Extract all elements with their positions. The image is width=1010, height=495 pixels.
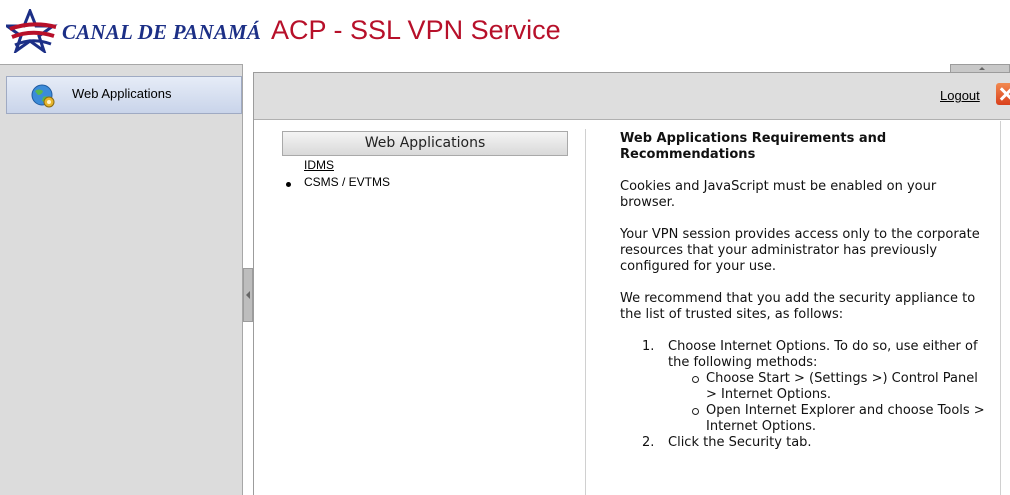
requirements-paragraph: Your VPN session provides access only to… [620, 227, 980, 274]
main-frame: Logout Web Applications IDMS CSMS / EVTM… [253, 72, 1010, 495]
step-text: Click the Security tab. [668, 435, 812, 450]
list-item[interactable]: IDMS [284, 158, 390, 175]
step-item: 2. Click the Security tab. [642, 435, 990, 451]
steps-list: 1. Choose Internet Options. To do so, us… [642, 339, 990, 451]
web-apps-globe-icon [31, 84, 55, 108]
step-number: 1. [642, 339, 655, 354]
requirements-panel: Web Applications Requirements and Recomm… [620, 131, 990, 451]
web-applications-list: IDMS CSMS / EVTMS [284, 158, 390, 192]
step-number: 2. [642, 435, 655, 450]
substeps-list: Choose Start > (Settings >) Control Pane… [690, 371, 990, 435]
requirements-paragraph: We recommend that you add the security a… [620, 291, 976, 322]
step-item: 1. Choose Internet Options. To do so, us… [642, 339, 990, 435]
web-applications-header: Web Applications [282, 131, 568, 156]
substep-item: Open Internet Explorer and choose Tools … [690, 403, 990, 435]
app-link-idms[interactable]: IDMS [304, 158, 334, 172]
header: CANAL DE PANAMÁ ACP - SSL VPN Service [0, 0, 1010, 62]
sidebar: Web Applications [0, 64, 243, 495]
toolbar: Logout [254, 73, 1010, 120]
page-title: ACP - SSL VPN Service [271, 15, 561, 45]
close-icon[interactable] [996, 83, 1010, 105]
step-text: Choose Internet Options. To do so, use e… [668, 339, 978, 370]
substep-item: Choose Start > (Settings >) Control Pane… [690, 371, 990, 403]
header-collapse-tab[interactable] [950, 64, 1010, 72]
chevron-up-icon [979, 67, 985, 70]
requirements-paragraph: Cookies and JavaScript must be enabled o… [620, 179, 937, 210]
requirements-title: Web Applications Requirements and Recomm… [620, 131, 887, 162]
sidebar-item-label: Web Applications [72, 86, 172, 101]
sidebar-item-web-applications[interactable]: Web Applications [6, 76, 242, 114]
bullet [286, 182, 291, 187]
app-label-csms-evtms: CSMS / EVTMS [304, 175, 391, 189]
logo-text: CANAL DE PANAMÁ [62, 20, 262, 44]
list-item[interactable]: CSMS / EVTMS [284, 175, 390, 192]
scrollbar-track[interactable] [1000, 121, 1001, 495]
logout-link[interactable]: Logout [940, 88, 980, 103]
chevron-left-icon [246, 291, 250, 299]
sidebar-splitter[interactable] [243, 268, 253, 322]
panel-divider [585, 129, 586, 495]
star-icon [6, 9, 58, 53]
